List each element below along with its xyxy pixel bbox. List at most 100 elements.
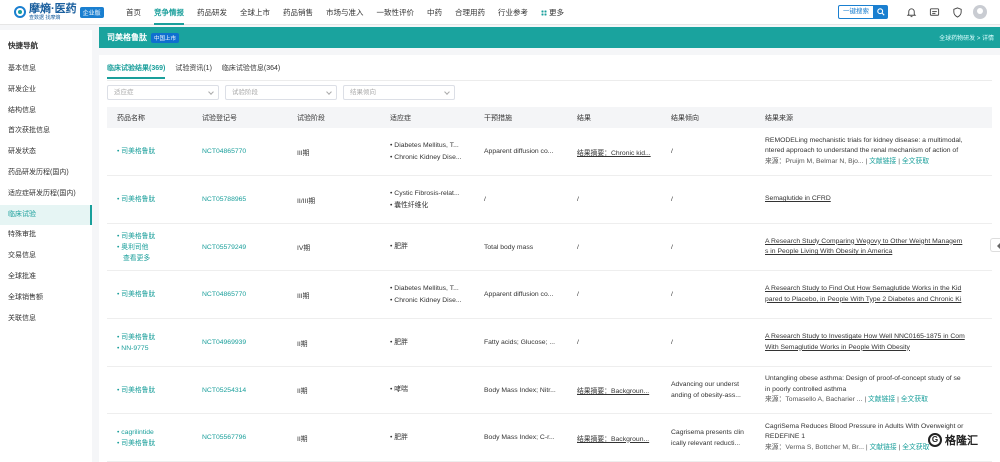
source-cell: A Research Study to Investigate How Well… bbox=[765, 332, 992, 353]
nav-item-label: 合理用药 bbox=[455, 7, 485, 17]
indication-cell: Cystic Fibrosis-relat...囊性纤维化 bbox=[390, 188, 484, 212]
nav-item-2[interactable]: 药品研发 bbox=[197, 0, 227, 25]
result-summary-link[interactable]: 结果摘要：Backgroun... bbox=[577, 433, 671, 443]
chevron-down-icon bbox=[444, 89, 450, 95]
source-title-line[interactable]: Semaglutide in CFRD bbox=[765, 194, 992, 205]
sidebar-item-3[interactable]: 首次获批信息 bbox=[0, 121, 92, 142]
registration-link[interactable]: NCT05254314 bbox=[202, 387, 246, 394]
registration-link[interactable]: NCT04969939 bbox=[202, 339, 246, 346]
indication-item: 肥胖 bbox=[390, 432, 484, 444]
shield-icon[interactable] bbox=[950, 5, 964, 19]
sidebar-item-4[interactable]: 研发状态 bbox=[0, 142, 92, 163]
collapse-handle[interactable] bbox=[990, 238, 1000, 252]
tab-1[interactable]: 试验资讯(1) bbox=[175, 63, 212, 79]
sidebar-item-12[interactable]: 关联信息 bbox=[0, 309, 92, 330]
drug-link[interactable]: 司美格鲁肽 bbox=[117, 332, 202, 343]
literature-link[interactable]: 文献链接 bbox=[869, 158, 896, 165]
literature-link[interactable]: 文献链接 bbox=[870, 444, 897, 451]
sidebar-item-5[interactable]: 药品研发历程(国内) bbox=[0, 163, 92, 184]
registration-link[interactable]: NCT05788965 bbox=[202, 196, 246, 203]
tendency-text: / bbox=[671, 196, 673, 203]
drug-link[interactable]: 司美格鲁肽 bbox=[117, 289, 202, 300]
sidebar-item-11[interactable]: 全球销售额 bbox=[0, 288, 92, 309]
intervention-cell: Body Mass Index; C-r... bbox=[484, 434, 555, 441]
column-header: 药品名称 bbox=[117, 114, 145, 122]
source-title-line: ntered approach to understand the renal … bbox=[765, 147, 959, 155]
clinical-trials-panel: 临床试验结果(369) 试验资讯(1) 临床试验信息(364) 适应症 试验阶段 结果倾… bbox=[99, 55, 1000, 462]
drug-link[interactable]: 奥利司他 bbox=[117, 242, 202, 253]
sidebar-item-7[interactable]: 临床试验 bbox=[0, 204, 92, 226]
user-avatar[interactable] bbox=[973, 5, 987, 19]
watermark-text: 格隆汇 bbox=[945, 435, 978, 447]
sidebar-item-8[interactable]: 特殊审批 bbox=[0, 225, 92, 246]
nav-item-0[interactable]: 首页 bbox=[126, 0, 141, 25]
fulltext-link[interactable]: 全文获取 bbox=[902, 444, 929, 451]
drug-link[interactable]: 司美格鲁肽 bbox=[117, 194, 202, 205]
watermark-logo-icon: G bbox=[928, 433, 942, 447]
quick-search-button[interactable]: 一键搜索 bbox=[838, 5, 888, 19]
nav-item-3[interactable]: 全球上市 bbox=[240, 0, 270, 25]
source-title-line[interactable]: pared to Placebo, in People With Type 2 … bbox=[765, 295, 992, 306]
breadcrumb[interactable]: 全球药物研发 > 详情 bbox=[939, 33, 994, 42]
indication-item: Diabetes Mellitus, T... bbox=[390, 140, 484, 152]
nav-item-7[interactable]: 中药 bbox=[427, 0, 442, 25]
source-title-line: Untangling obese asthma: Design of proof… bbox=[765, 375, 961, 383]
sidebar-item-0[interactable]: 基本信息 bbox=[0, 59, 92, 80]
chevron-down-icon bbox=[326, 89, 332, 95]
drug-link[interactable]: 司美格鲁肽 bbox=[117, 231, 202, 242]
watermark: G 格隆汇 bbox=[928, 432, 978, 448]
tab-divider bbox=[107, 80, 992, 81]
result-summary-link[interactable]: 结果摘要：Chronic kid... bbox=[577, 147, 671, 157]
source-meta: 来源：Pruijm M, Belmar N, Bjo... | 文献链接 | 全… bbox=[765, 157, 930, 165]
nav-item-5[interactable]: 市场与准入 bbox=[326, 0, 364, 25]
registration-link[interactable]: NCT05567796 bbox=[202, 434, 246, 441]
source-title-line[interactable]: A Research Study to Investigate How Well… bbox=[765, 332, 992, 343]
intervention-cell: Fatty acids; Glucose; ... bbox=[484, 339, 556, 346]
tab-2[interactable]: 临床试验信息(364) bbox=[222, 63, 280, 79]
tab-0[interactable]: 临床试验结果(369) bbox=[107, 63, 166, 79]
drug-link[interactable]: 司美格鲁肽 bbox=[117, 146, 202, 157]
registration-link[interactable]: NCT04865770 bbox=[202, 291, 246, 298]
bell-icon[interactable] bbox=[904, 5, 918, 19]
drug-link[interactable]: NN-9775 bbox=[117, 343, 202, 354]
column-header: 结果倾向 bbox=[671, 114, 699, 122]
nav-item-6[interactable]: 一致性评价 bbox=[377, 0, 415, 25]
nav-item-4[interactable]: 药品销售 bbox=[283, 0, 313, 25]
fulltext-link[interactable]: 全文获取 bbox=[902, 158, 929, 165]
filter-select-0[interactable]: 适应症 bbox=[107, 85, 219, 100]
sidebar-item-6[interactable]: 适应症研发历程(国内) bbox=[0, 184, 92, 205]
reg-cell: NCT04865770 bbox=[202, 291, 297, 298]
nav-item-9[interactable]: 行业参考 bbox=[498, 0, 528, 25]
registration-link[interactable]: NCT05579249 bbox=[202, 244, 246, 251]
nav-item-1[interactable]: 竞争情报 bbox=[154, 0, 184, 25]
filter-placeholder: 适应症 bbox=[114, 89, 134, 96]
sidebar-item-9[interactable]: 交易信息 bbox=[0, 246, 92, 267]
literature-link[interactable]: 文献链接 bbox=[868, 396, 895, 403]
source-title-line[interactable]: A Research Study Comparing Wegovy to Oth… bbox=[765, 237, 992, 248]
result-summary-link[interactable]: 结果摘要：Backgroun... bbox=[577, 385, 671, 395]
view-more-link[interactable]: 查看更多 bbox=[117, 253, 202, 264]
nav-item-10[interactable]: 更多 bbox=[541, 0, 564, 25]
filter-select-2[interactable]: 结果倾向 bbox=[343, 85, 455, 100]
drug-banner: 司美格鲁肽 中国上市 全球药物研发 > 详情 bbox=[99, 27, 1000, 48]
drug-link[interactable]: cagrilintide bbox=[117, 427, 202, 438]
message-icon[interactable] bbox=[927, 5, 941, 19]
indication-item: Chronic Kidney Dise... bbox=[390, 152, 484, 164]
fulltext-link[interactable]: 全文获取 bbox=[901, 396, 928, 403]
filter-select-1[interactable]: 试验阶段 bbox=[225, 85, 337, 100]
brand-logo[interactable]: 摩熵·医药 查数据 找摩熵 企业版 bbox=[14, 3, 119, 21]
sidebar-item-2[interactable]: 结构信息 bbox=[0, 101, 92, 122]
source-title-line[interactable]: A Research Study to Find Out How Semaglu… bbox=[765, 284, 992, 295]
drug-link[interactable]: 司美格鲁肽 bbox=[117, 385, 202, 396]
drug-link[interactable]: 司美格鲁肽 bbox=[117, 438, 202, 449]
result-cell: / bbox=[577, 244, 671, 251]
reg-cell: NCT05579249 bbox=[202, 244, 297, 251]
sidebar-item-10[interactable]: 全球批准 bbox=[0, 267, 92, 288]
nav-item-8[interactable]: 合理用药 bbox=[455, 0, 485, 25]
reg-cell: NCT04969939 bbox=[202, 339, 297, 346]
source-title-line[interactable]: s in People Living With Obesity in Ameri… bbox=[765, 247, 992, 258]
registration-link[interactable]: NCT04865770 bbox=[202, 148, 246, 155]
indication-cell: 肥胖 bbox=[390, 432, 484, 444]
sidebar-item-1[interactable]: 研发企业 bbox=[0, 80, 92, 101]
source-title-line[interactable]: With Semaglutide Works in People With Ob… bbox=[765, 343, 992, 354]
